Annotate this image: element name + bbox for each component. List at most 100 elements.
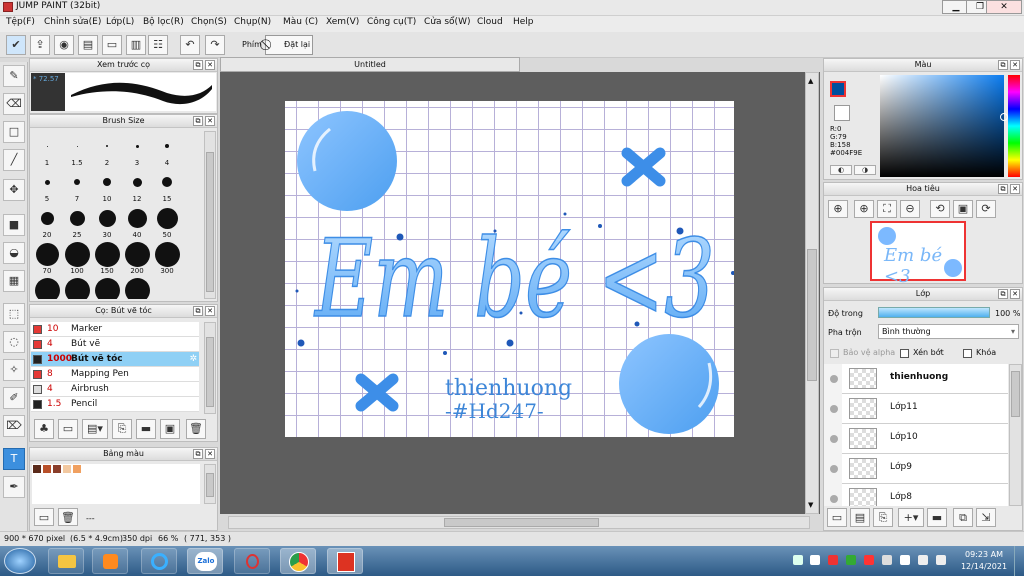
delete-palette-icon[interactable]: 🗑 [58,508,78,526]
brush-size-option[interactable]: 15 [152,169,182,205]
tray-chat-icon[interactable] [793,555,803,565]
brush-size-option[interactable] [122,277,152,299]
check-icon[interactable]: ✔ [6,35,26,55]
saturation-value-picker[interactable] [880,75,1008,177]
secondary-color-swatch[interactable] [834,105,850,121]
brush-size-option[interactable]: 2 [92,133,122,169]
internet-explorer-icon[interactable] [141,548,177,574]
fit-window-icon[interactable]: ⛶ [877,200,897,218]
protect-alpha-checkbox[interactable] [830,349,839,358]
zoom-out-icon[interactable]: ⊖ [900,200,920,218]
layer-row[interactable]: Lớp9 [830,454,1008,484]
brush-size-option[interactable] [92,277,122,299]
fill-rect-tool-icon[interactable]: ■ [3,214,25,236]
message-icon[interactable]: ▤ [78,35,98,55]
brush-item[interactable]: 4 Airbrush [31,382,199,397]
zalo-icon[interactable]: Zalo [187,548,223,574]
brush-size-option[interactable]: 40 [122,205,152,241]
brush-size-option[interactable]: 20 [32,205,62,241]
palette-swatch[interactable] [52,464,62,474]
brush-size-option[interactable]: 4 [152,133,182,169]
brush-size-option[interactable]: 50 [152,205,182,241]
add-brush-icon[interactable]: ♣ [34,419,54,439]
eye-icon[interactable] [830,465,838,473]
clipping-checkbox[interactable] [900,349,909,358]
bucket-tool-icon[interactable]: ◒ [3,242,25,264]
redo-icon[interactable]: ↷ [205,35,225,55]
reset-view-icon[interactable]: ▣ [953,200,973,218]
layer-row[interactable]: Lớp10 [830,424,1008,454]
scroll-up-icon[interactable]: ▲ [808,77,813,85]
menu-filter[interactable]: Bộ lọc(R) [143,17,184,27]
menu-help[interactable]: Help [513,17,534,27]
float-icon[interactable]: ⧉ [998,184,1008,194]
tray-v-icon[interactable] [864,555,874,565]
rectangle-tool-icon[interactable]: □ [3,121,25,143]
tray-date[interactable]: 12/14/2021 [958,562,1010,571]
gear-icon[interactable]: ✲ [993,371,1004,386]
layer-row[interactable]: thienhuong ✲ [830,364,1008,394]
menu-tools[interactable]: Công cụ(T) [367,17,416,27]
close-icon[interactable]: ✕ [1010,289,1020,299]
close-icon[interactable]: ✕ [1010,184,1020,194]
brush-size-option[interactable]: 30 [92,205,122,241]
move-tool-icon[interactable]: ✥ [3,179,25,201]
float-icon[interactable]: ⧉ [193,449,203,459]
duplicate-layer-icon[interactable]: ⧉ [953,508,973,527]
line-tool-icon[interactable]: ╱ [3,149,25,171]
float-icon[interactable]: ⧉ [998,289,1008,299]
brush-size-option[interactable]: 1.5 [62,133,92,169]
tray-nvidia-icon[interactable] [846,555,856,565]
page-icon[interactable]: ▭ [102,35,122,55]
menu-color[interactable]: Màu (C) [283,17,318,27]
document-tab[interactable]: Untitled [220,57,520,72]
document-icon[interactable]: ▥ [126,35,146,55]
tray-pdf-icon[interactable] [828,555,838,565]
menu-layer[interactable]: Lớp(L) [106,17,134,27]
snipping-tool-icon[interactable] [234,548,270,574]
select-eraser-tool-icon[interactable]: ⌦ [3,415,25,437]
trash-icon[interactable]: 🗑 [186,419,206,439]
layer-row[interactable]: Lớp11 [830,394,1008,424]
gear-icon[interactable]: ✲ [189,352,197,366]
close-button[interactable]: ✕ [986,0,1022,14]
palette-swatch[interactable] [42,464,52,474]
zoom-fit-icon[interactable]: ⊕ [828,200,848,218]
menu-capture[interactable]: Chụp(N) [234,17,271,27]
explorer-icon[interactable] [48,548,84,574]
brush-size-option[interactable] [32,277,62,299]
brush-size-option[interactable]: 300 [152,241,182,277]
new-layer-2-icon[interactable]: ▤ [850,508,870,527]
eraser-tool-icon[interactable]: ⌫ [3,93,25,115]
gradient-tool-icon[interactable]: ▦ [3,270,25,292]
eye-icon[interactable] [830,435,838,443]
brush-item[interactable]: 1.5 Pencil [31,397,199,412]
layer-scrollbar[interactable] [1009,364,1022,506]
eye-icon[interactable] [830,375,838,383]
float-icon[interactable]: ⧉ [998,60,1008,70]
tray-battery-icon[interactable] [900,555,910,565]
chrome-icon[interactable] [280,548,316,574]
share-icon[interactable]: ⇪ [30,35,50,55]
reset-color-icon[interactable]: ◑ [854,165,876,175]
brush-size-option[interactable]: 12 [122,169,152,205]
tray-keyboard-icon[interactable] [882,555,892,565]
brush-size-option[interactable]: 70 [32,241,62,277]
close-icon[interactable]: ✕ [1010,60,1020,70]
float-icon[interactable]: ⧉ [193,60,203,70]
dropper-tool-icon[interactable]: ✒ [3,476,25,498]
brush-size-option[interactable] [62,277,92,299]
layer-row[interactable]: Lớp8 [830,484,1008,506]
brush-size-option[interactable]: 5 [32,169,62,205]
tray-network-icon[interactable] [918,555,928,565]
new-palette-icon[interactable]: ▭ [34,508,54,526]
brush-list-scrollbar[interactable] [204,322,216,414]
layer-folder-icon[interactable]: ▬ [927,508,947,527]
folder-open-icon[interactable]: ▣ [160,419,180,439]
scroll-down-icon[interactable]: ▼ [808,501,813,509]
menu-file[interactable]: Tệp(F) [6,17,35,27]
brush-item[interactable]: 1000 Bút vẽ tóc ✲ [31,352,199,367]
add-layer-menu-icon[interactable]: +▾ [898,508,924,527]
new-layer-icon[interactable]: ▭ [827,508,847,527]
lock-checkbox[interactable] [963,349,972,358]
